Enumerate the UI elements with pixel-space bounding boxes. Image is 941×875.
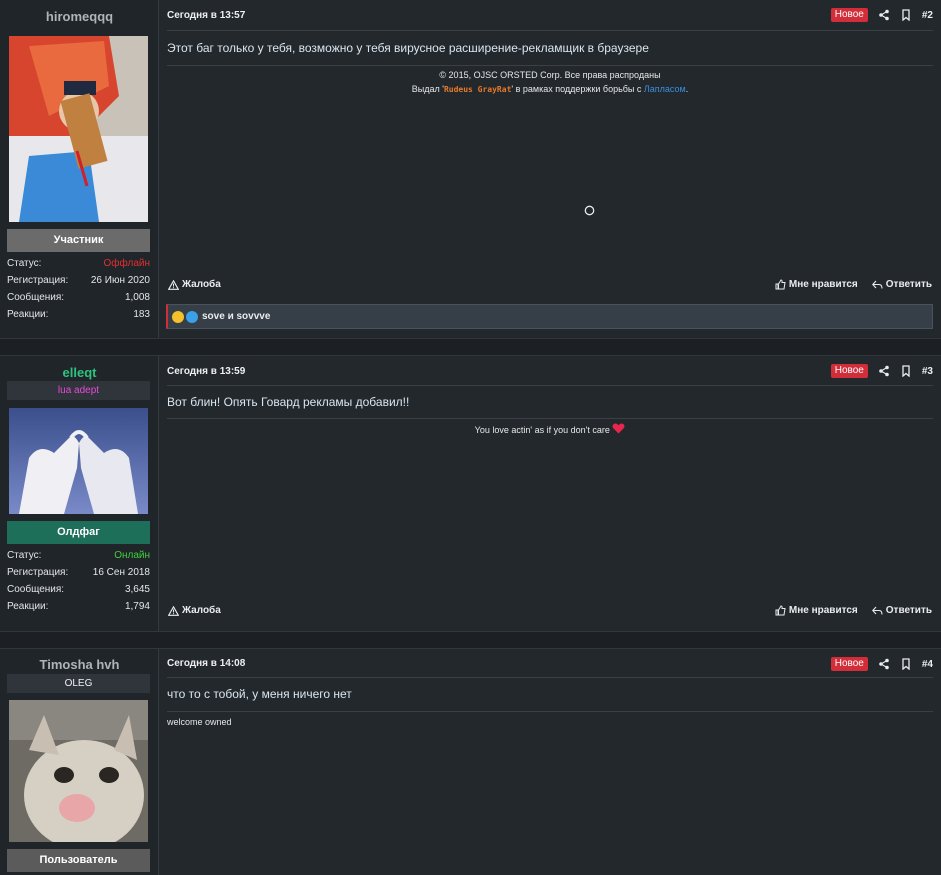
stat-messages: Сообщения: 1,008 (7, 292, 150, 303)
post-message: что то с тобой, у меня ничего нет (167, 687, 352, 701)
bookmark-icon[interactable] (900, 365, 912, 377)
status-value: Онлайн (114, 550, 150, 561)
new-badge: Новое (830, 8, 868, 22)
warning-icon (168, 605, 179, 616)
post-4: Timosha hvh OLEG Пользователь Сегодня в … (0, 648, 941, 875)
share-icon[interactable] (878, 658, 890, 670)
post-header-actions: Новое #3 (830, 364, 933, 378)
bookmark-icon[interactable] (900, 9, 912, 21)
reply-button[interactable]: Ответить (871, 279, 932, 290)
user-panel: Timosha hvh OLEG Пользователь (0, 649, 159, 875)
share-icon[interactable] (878, 9, 890, 21)
sweat-drop-emoji-icon (186, 310, 198, 323)
stat-reactions: Реакции: 183 (7, 309, 150, 320)
like-button[interactable]: Мне нравится (775, 279, 858, 290)
divider (167, 677, 933, 678)
post-2: hiromeqqq Участник Статус: Оффлайн Регист… (0, 0, 941, 339)
signature-name: Rudeus GrayRat (443, 85, 512, 94)
thumbs-up-icon (775, 605, 786, 616)
divider (167, 385, 933, 386)
user-stats: Статус: Оффлайн Регистрация: 26 Июн 2020 С… (7, 255, 150, 323)
report-button[interactable]: Жалоба (168, 605, 221, 616)
username[interactable]: hiromeqqq (0, 9, 159, 24)
user-stats: Статус: Онлайн Регистрация: 16 Сен 2018 Со… (7, 547, 150, 615)
reply-icon (871, 606, 883, 615)
avatar[interactable] (9, 36, 148, 222)
post-date[interactable]: Сегодня в 14:08 (167, 658, 245, 669)
post-date[interactable]: Сегодня в 13:59 (167, 366, 245, 377)
stat-status: Статус: Оффлайн (7, 255, 150, 272)
reactions-text: sove и sovvve (202, 311, 271, 322)
divider (167, 30, 933, 31)
surprised-emoji-icon (172, 310, 184, 323)
post-number[interactable]: #3 (922, 366, 933, 377)
avatar[interactable] (9, 408, 148, 514)
user-title: lua adept (7, 381, 150, 400)
warning-icon (168, 279, 179, 290)
signature: © 2015, OJSC ORSTED Corp. Все права расп… (167, 68, 933, 97)
post-date[interactable]: Сегодня в 13:57 (167, 10, 245, 21)
loading-spinner-icon (584, 205, 595, 216)
reply-icon (871, 280, 883, 289)
signature: You love actin' as if you don't care (167, 423, 933, 437)
reply-button[interactable]: Ответить (871, 605, 932, 616)
post-main: Сегодня в 14:08 Новое #4 что то с тобой,… (159, 649, 941, 875)
new-badge: Новое (830, 364, 868, 378)
user-title: OLEG (7, 674, 150, 693)
post-main: Сегодня в 13:59 Новое #3 Вот блин! Опять… (159, 356, 941, 631)
signature-line-2: Выдал 'Rudeus GrayRat' в рамках поддержк… (411, 84, 689, 94)
like-button[interactable]: Мне нравится (775, 605, 858, 616)
user-rank: Олдфаг (7, 521, 150, 544)
stat-status: Статус: Онлайн (7, 547, 150, 564)
post-actions: Мне нравится Ответить (775, 279, 932, 290)
bookmark-icon[interactable] (900, 658, 912, 670)
stat-messages: Сообщения: 3,645 (7, 584, 150, 595)
user-rank: Пользователь (7, 849, 150, 872)
reactions-bar[interactable]: sove и sovvve (166, 304, 933, 329)
avatar[interactable] (9, 700, 148, 842)
username[interactable]: Timosha hvh (0, 657, 159, 672)
stat-registration: Регистрация: 26 Июн 2020 (7, 275, 150, 286)
user-panel: hiromeqqq Участник Статус: Оффлайн Регист… (0, 0, 159, 338)
share-icon[interactable] (878, 365, 890, 377)
user-panel: elleqt lua adept Олдфаг Статус: Онлайн Ре… (0, 356, 159, 631)
user-rank: Участник (7, 229, 150, 252)
post-actions: Мне нравится Ответить (775, 605, 932, 616)
divider (167, 65, 933, 66)
post-header-actions: Новое #2 (830, 8, 933, 22)
post-number[interactable]: #4 (922, 659, 933, 670)
signature-link[interactable]: Лапласом (644, 84, 686, 94)
username[interactable]: elleqt (0, 365, 159, 380)
heart-icon (612, 423, 625, 434)
signature-line-1: © 2015, OJSC ORSTED Corp. Все права расп… (439, 70, 661, 80)
signature: welcome owned (167, 717, 232, 727)
new-badge: Новое (830, 657, 868, 671)
post-message: Вот блин! Опять Говард рекламы добавил!! (167, 395, 410, 409)
post-message: Этот баг только у тебя, возможно у тебя … (167, 41, 649, 55)
post-number[interactable]: #2 (922, 10, 933, 21)
divider (167, 418, 933, 419)
divider (167, 711, 933, 712)
stat-reactions: Реакции: 1,794 (7, 601, 150, 612)
thumbs-up-icon (775, 279, 786, 290)
post-main: Сегодня в 13:57 Новое #2 Этот баг только… (159, 0, 941, 338)
report-button[interactable]: Жалоба (168, 279, 221, 290)
post-3: elleqt lua adept Олдфаг Статус: Онлайн Ре… (0, 355, 941, 632)
status-value: Оффлайн (103, 258, 150, 269)
stat-registration: Регистрация: 16 Сен 2018 (7, 567, 150, 578)
post-header-actions: Новое #4 (830, 657, 933, 671)
